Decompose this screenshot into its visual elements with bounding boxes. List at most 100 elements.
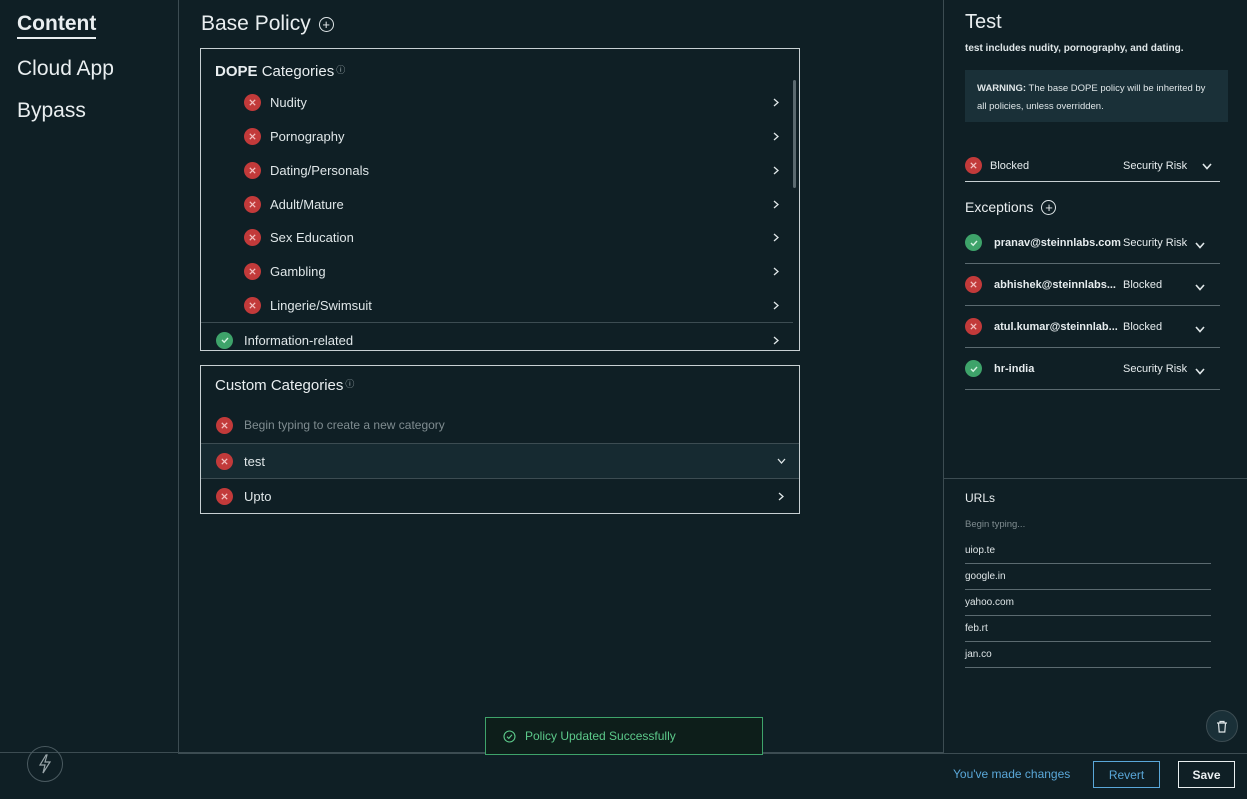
chevron-down-icon[interactable]	[1195, 366, 1205, 378]
blocked-icon	[216, 452, 233, 470]
dope-heading-bold: DOPE	[215, 63, 258, 80]
exception-row[interactable]: abhishek@steinnlabs... Blocked	[965, 264, 1220, 306]
blocked-icon	[244, 296, 261, 314]
chevron-right-icon	[776, 491, 786, 501]
url-item[interactable]: google.in	[965, 564, 1211, 590]
exception-action: Blocked	[1123, 278, 1163, 291]
custom-category-row[interactable]: Upto	[216, 487, 786, 505]
base-action-status: Blocked	[990, 159, 1030, 172]
category-row[interactable]: Lingerie/Swimsuit	[244, 296, 781, 314]
exception-row[interactable]: atul.kumar@steinnlab... Blocked	[965, 306, 1220, 348]
sidebar-item-bypass[interactable]: Bypass	[17, 99, 86, 123]
custom-category-row-selected[interactable]: test	[201, 443, 799, 479]
page-title: Base Policy +	[201, 12, 334, 36]
check-circle-icon	[503, 729, 516, 743]
warning-label: WARNING:	[977, 83, 1027, 94]
url-input[interactable]: Begin typing...	[965, 519, 1025, 530]
sidebar: Content Cloud App Bypass	[0, 0, 178, 752]
sidebar-divider	[0, 752, 178, 753]
category-scrollbar[interactable]	[793, 80, 796, 188]
base-action-select[interactable]: Blocked Security Risk	[965, 150, 1220, 182]
custom-categories-panel: Custom Categories ⓘ Begin typing to creat…	[200, 365, 800, 514]
exception-name: abhishek@steinnlabs...	[994, 278, 1116, 291]
exceptions-heading-text: Exceptions	[965, 199, 1034, 215]
blocked-icon	[965, 318, 982, 335]
new-category-row[interactable]: Begin typing to create a new category	[216, 416, 786, 434]
urls-heading: URLs	[965, 491, 996, 505]
revert-button[interactable]: Revert	[1093, 761, 1160, 788]
trash-icon[interactable]	[1206, 710, 1238, 742]
exception-row[interactable]: pranav@steinnlabs.com Security Risk	[965, 222, 1220, 264]
category-row[interactable]: Sex Education	[244, 228, 781, 246]
blocked-icon	[244, 195, 261, 213]
category-label: Sex Education	[270, 229, 354, 245]
chevron-right-icon	[771, 165, 781, 175]
category-label: Adult/Mature	[270, 196, 344, 212]
chevron-down-icon	[1202, 161, 1212, 173]
category-label: Dating/Personals	[270, 162, 369, 178]
chevron-down-icon	[776, 456, 786, 466]
chevron-right-icon	[771, 97, 781, 107]
success-toast: Policy Updated Successfully	[485, 717, 763, 755]
blocked-icon	[965, 276, 982, 293]
category-row[interactable]: Nudity	[244, 93, 781, 111]
base-action-reason: Security Risk	[1123, 159, 1188, 172]
allowed-icon	[216, 331, 233, 349]
category-label: Nudity	[270, 94, 307, 110]
warning-box: WARNING: The base DOPE policy will be in…	[965, 70, 1228, 122]
chevron-down-icon[interactable]	[1195, 240, 1205, 252]
chevron-right-icon	[771, 131, 781, 141]
detail-description: test includes nudity, pornography, and d…	[965, 43, 1184, 54]
info-icon[interactable]: ⓘ	[345, 379, 354, 389]
url-item[interactable]: yahoo.com	[965, 590, 1211, 616]
exception-row[interactable]: hr-india Security Risk	[965, 348, 1220, 390]
exception-action: Blocked	[1123, 320, 1163, 333]
add-exception-icon[interactable]: +	[1041, 199, 1057, 215]
chevron-right-icon	[771, 266, 781, 276]
exception-action: Security Risk	[1123, 236, 1188, 249]
category-label: Gambling	[270, 263, 326, 279]
chevron-right-icon	[771, 335, 781, 345]
exceptions-heading: Exceptions +	[965, 199, 1057, 215]
chevron-right-icon	[771, 199, 781, 209]
custom-heading-text: Custom Categories	[215, 377, 344, 394]
chevron-right-icon	[771, 300, 781, 310]
category-row[interactable]: Dating/Personals	[244, 161, 781, 179]
chevron-down-icon[interactable]	[1195, 324, 1205, 336]
category-label: Lingerie/Swimsuit	[270, 297, 372, 313]
custom-category-row[interactable]: test	[216, 452, 786, 470]
url-item[interactable]: uiop.te	[965, 538, 1211, 564]
save-button[interactable]: Save	[1178, 761, 1235, 788]
new-category-input[interactable]: Begin typing to create a new category	[244, 418, 445, 432]
allowed-icon	[965, 360, 982, 377]
chevron-right-icon	[771, 232, 781, 242]
custom-category-label: test	[244, 453, 265, 469]
blocked-icon	[216, 416, 233, 434]
dope-categories-heading: DOPE Categories ⓘ	[215, 63, 345, 80]
blocked-icon	[244, 93, 261, 111]
blocked-icon	[244, 262, 261, 280]
category-row[interactable]: Pornography	[244, 127, 781, 145]
allowed-icon	[965, 234, 982, 251]
sidebar-item-content[interactable]: Content	[17, 12, 97, 39]
category-group-row[interactable]: Information-related	[216, 331, 781, 349]
detail-section-divider	[944, 478, 1247, 479]
url-item[interactable]: feb.rt	[965, 616, 1211, 642]
category-row[interactable]: Adult/Mature	[244, 195, 781, 213]
url-item[interactable]: jan.co	[965, 642, 1211, 668]
exception-name: atul.kumar@steinnlab...	[994, 320, 1118, 333]
category-label: Pornography	[270, 128, 345, 144]
chevron-down-icon[interactable]	[1195, 282, 1205, 294]
info-icon[interactable]: ⓘ	[336, 65, 345, 75]
custom-categories-heading: Custom Categories ⓘ	[215, 377, 354, 394]
category-row[interactable]: Gambling	[244, 262, 781, 280]
unsaved-changes-text: You've made changes	[953, 767, 1071, 781]
exception-action: Security Risk	[1123, 362, 1188, 375]
page-title-text: Base Policy	[201, 12, 311, 35]
exception-name: pranav@steinnlabs.com	[994, 236, 1121, 249]
category-group-label: Information-related	[244, 332, 354, 348]
blocked-icon	[244, 228, 261, 246]
app-logo-icon[interactable]	[27, 746, 63, 782]
sidebar-item-cloud-app[interactable]: Cloud App	[17, 57, 114, 81]
add-policy-icon[interactable]: +	[318, 16, 334, 32]
